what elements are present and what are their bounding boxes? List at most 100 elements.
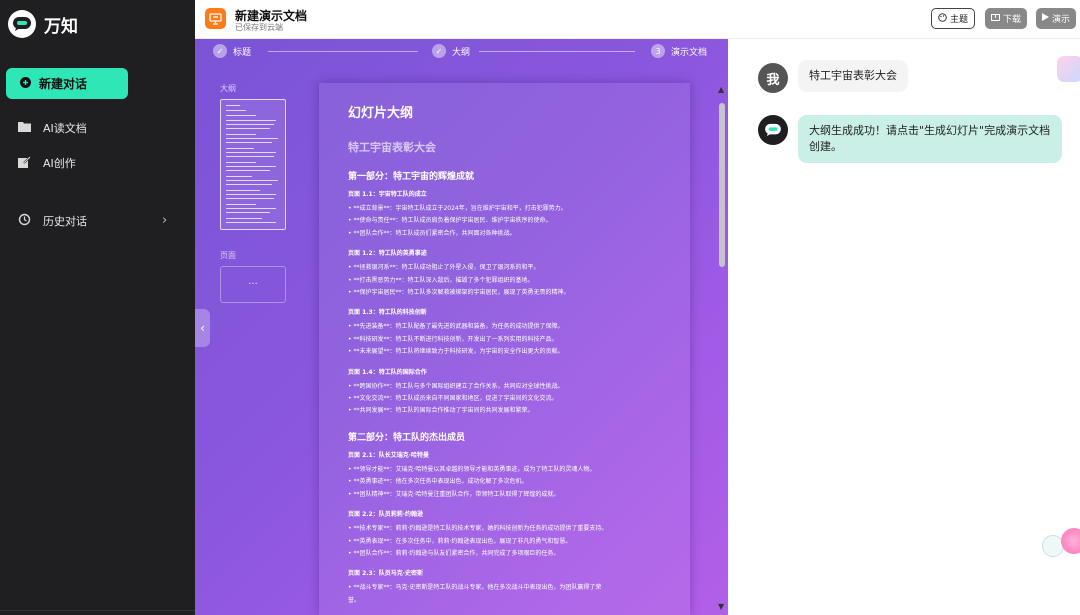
brand[interactable]: 万知 [8, 10, 78, 38]
document-subtitle: 特工宇宙表彰大会 [348, 141, 436, 154]
download-icon [991, 13, 1000, 24]
part-title: 第二部分：特工队的杰出成员 [348, 432, 466, 443]
page-title: 页面 2.3：队员马克·史密斯 [348, 570, 423, 578]
collapse-panel-button[interactable]: ‹ [195, 309, 210, 347]
step-label: 演示文档 [671, 47, 708, 58]
download-label: 下载 [1003, 15, 1022, 25]
bullet: • **科技研发**：特工队不断进行科技创新，开发出了一系列实用的科技产品。 [348, 335, 558, 343]
chat-panel: 我 特工宇宙表彰大会 大纲生成成功！请点击"生成幻灯片"完成演示文档创建。 [730, 39, 1080, 615]
app-root: 万知 新建对话 AI读文档 AI创作 历史对话 › 新建演示文档 已保存到云端 [0, 0, 1080, 615]
bullet: • **成立背景**：宇宙特工队成立于2024年，旨在维护宇宙和平，打击犯罪势力… [348, 205, 567, 212]
present-button[interactable]: 演示 [1036, 8, 1077, 29]
robot-helper-icon[interactable] [1061, 528, 1080, 554]
page-placeholder[interactable]: ··· [220, 266, 286, 303]
divider [0, 610, 195, 611]
bullet: • **跨国协作**：特工队与多个国际组织建立了合作关系，共同应对全球性挑战。 [348, 382, 564, 390]
bullet: • **先进装备**：特工队配备了最先进的武器和装备，为任务的成功提供了保障。 [348, 323, 564, 331]
step-connector [479, 51, 635, 52]
brand-name: 万知 [44, 16, 78, 37]
bullet: • **团队合作**：莉莉·约翰逊与队友们紧密合作，共同完成了多项艰巨的任务。 [348, 549, 560, 557]
bullet: • **英勇表现**：在多次任务中，莉莉·约翰逊表现出色，展现了非凡的勇气和智慧… [348, 537, 572, 545]
step-outline[interactable]: ✓ 大纲 [432, 44, 470, 58]
sidebar-item-label: 历史对话 [43, 215, 87, 228]
bullet: • **未来展望**：特工队将继续致力于科技研发，为宇宙的安全作出更大的贡献。 [348, 348, 564, 356]
new-chat-label: 新建对话 [39, 77, 88, 91]
part-title: 第一部分：特工宇宙的辉煌成就 [348, 172, 475, 182]
logo-icon [8, 10, 36, 38]
sidebar-item-history[interactable]: 历史对话 [18, 213, 87, 229]
sidebar-item-label: AI创作 [43, 157, 76, 170]
presentation-doc-icon [205, 8, 226, 29]
bot-avatar [758, 115, 788, 145]
step-connector [268, 51, 418, 52]
check-icon: ✓ [432, 44, 446, 58]
outline-section: 页面 1.3：特工队的科技创新 • **先进装备**：特工队配备了最先进的武器和… [348, 307, 680, 358]
edit-icon [18, 155, 31, 171]
step-label: 标题 [233, 47, 252, 58]
bullet: • **共同发展**：特工队的国际合作推动了宇宙间的共同发展和繁荣。 [348, 407, 534, 415]
top-bar: 新建演示文档 已保存到云端 主题 下载 演示 [195, 0, 1080, 39]
chevron-right-icon[interactable]: › [162, 213, 167, 228]
scroll-up-icon[interactable]: ▲ [718, 85, 724, 94]
bullet: • **技术专家**：莉莉·约翰逊是特工队的技术专家，她的科技创新为任务的成功提… [348, 525, 608, 533]
bullet: • **领导才能**：艾瑞克·哈特曼以其卓越的领导才能和英勇事迹，成为了特工队的… [348, 465, 596, 473]
step-number: 3 [651, 44, 665, 58]
user-message: 特工宇宙表彰大会 [798, 60, 908, 92]
bullet: • **保护宇宙居民**：特工队多次解救被绑架的宇宙居民，展现了英勇无畏的精神。 [348, 289, 570, 297]
page-title: 页面 2.2：队员莉莉·约翰逊 [348, 511, 423, 519]
page-title: 页面 2.1：队长艾瑞克·哈特曼 [348, 451, 429, 459]
bullet: • **英勇事迹**：他在多次任务中表现出色，成功化解了多次危机。 [348, 478, 528, 486]
bullet: • **战斗专家**：马克·史密斯是特工队的战斗专家，他在多次战斗中表现出色，为… [348, 584, 602, 592]
document-scrollbar[interactable]: ▲ ▼ [716, 85, 728, 611]
bullet: • **打击黑恶势力**：特工队深入敌后，摧毁了多个犯罪组织的基地。 [348, 276, 534, 284]
step-progress: ✓ 标题 ✓ 大纲 3 演示文档 [195, 39, 728, 63]
outline-section: 页面 1.2：特工队的英勇事迹 • **拯救银河系**：特工队成功阻止了外星入侵… [348, 248, 680, 299]
outline-label: 大纲 [220, 84, 236, 93]
bot-message: 大纲生成成功！请点击"生成幻灯片"完成演示文档创建。 [798, 115, 1062, 163]
bullet: • **团队合作**：特工队成员们紧密合作，共同面对各种挑战。 [348, 229, 516, 237]
plus-circle-icon [20, 76, 31, 91]
sidebar-item-ai-create[interactable]: AI创作 [18, 155, 76, 171]
folder-icon [18, 121, 31, 135]
present-label: 演示 [1052, 15, 1071, 25]
check-icon: ✓ [213, 44, 227, 58]
sidebar-item-ai-read-doc[interactable]: AI读文档 [18, 120, 87, 136]
document-heading: 幻灯片大纲 [348, 106, 414, 121]
bullet: • **拯救银河系**：特工队成功阻止了外星入侵，保卫了银河系的和平。 [348, 264, 540, 272]
page-title: 页面 1.1：宇宙特工队的成立 [348, 191, 427, 198]
scroll-down-icon[interactable]: ▼ [718, 602, 724, 611]
outline-section: 页面 2.3：队员马克·史密斯 • **战斗专家**：马克·史密斯是特工队的战斗… [348, 568, 680, 607]
outline-section: 页面 1.4：特工队的国际合作 • **跨国协作**：特工队与多个国际组织建立了… [348, 367, 680, 418]
sidebar-item-label: AI读文档 [43, 122, 87, 135]
download-button[interactable]: 下载 [985, 8, 1028, 29]
bullet: • **团队精神**：艾瑞克·哈特曼注重团队合作，带领特工队取得了辉煌的成就。 [348, 490, 560, 498]
outline-section: 页面 1.1：宇宙特工队的成立 • **成立背景**：宇宙特工队成立于2024年… [348, 189, 680, 240]
theme-button[interactable]: 主题 [931, 8, 976, 29]
palette-icon [938, 12, 947, 25]
new-chat-button[interactable]: 新建对话 [6, 68, 128, 99]
sidebar: 万知 新建对话 AI读文档 AI创作 历史对话 › [0, 0, 195, 615]
step-label: 大纲 [452, 47, 471, 58]
scroll-thumb[interactable] [719, 103, 725, 267]
chevron-left-icon: ‹ [200, 321, 205, 335]
bullet: 誉。 [348, 596, 361, 604]
assistant-mascot-icon[interactable] [1057, 56, 1080, 82]
presentation-editor: ✓ 标题 ✓ 大纲 3 演示文档 大纲 页面 ··· ‹ 幻灯片大纲 特工宇宙表… [195, 39, 728, 615]
play-icon [1042, 13, 1049, 24]
user-avatar: 我 [758, 63, 788, 93]
page-title: 页面 1.2：特工队的英勇事迹 [348, 250, 427, 258]
theme-label: 主题 [950, 15, 969, 25]
history-icon [18, 213, 31, 229]
outline-section: 页面 2.2：队员莉莉·约翰逊 • **技术专家**：莉莉·约翰逊是特工队的技术… [348, 509, 680, 560]
page-title: 页面 1.3：特工队的科技创新 [348, 309, 427, 317]
outline-section: 页面 2.1：队长艾瑞克·哈特曼 • **领导才能**：艾瑞克·哈特曼以其卓越的… [348, 450, 680, 501]
bullet: • **使命与责任**：特工队成员肩负着保护宇宙居民、维护宇宙秩序的使命。 [348, 217, 552, 225]
bullet: • **文化交流**：特工队成员来自不同国家和地区，促进了宇宙间的文化交流。 [348, 395, 558, 403]
page-title: 页面 1.4：特工队的国际合作 [348, 368, 427, 376]
outline-document[interactable]: 幻灯片大纲 特工宇宙表彰大会 第一部分：特工宇宙的辉煌成就 页面 1.1：宇宙特… [319, 83, 690, 615]
outline-thumbnail[interactable] [220, 99, 286, 230]
step-presentation[interactable]: 3 演示文档 [651, 44, 707, 58]
step-title[interactable]: ✓ 标题 [213, 44, 251, 58]
save-status: 已保存到云端 [235, 23, 283, 32]
pages-label: 页面 [220, 251, 236, 260]
